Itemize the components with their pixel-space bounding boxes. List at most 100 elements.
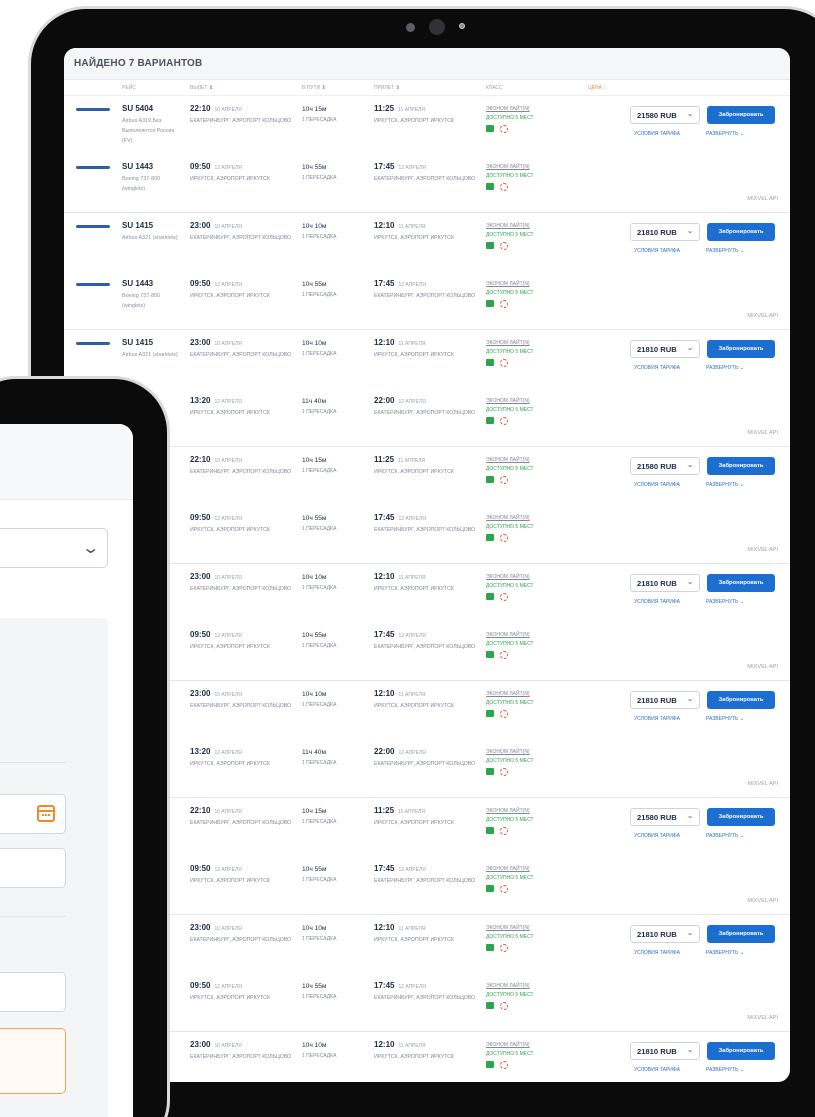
aircraft-type: Airbus A321 (sharklets) <box>122 352 178 358</box>
price-select[interactable]: 21810 RUB ⌄ <box>630 691 700 709</box>
price-select[interactable]: 21810 RUB ⌄ <box>630 574 700 592</box>
expand-link[interactable]: РАЗВЕРНУТЬ ⌄ <box>706 833 744 839</box>
column-flight[interactable]: РЕЙС <box>122 85 136 91</box>
baggage-icon <box>500 242 508 250</box>
book-button[interactable]: Забронировать <box>707 340 775 358</box>
departure-time-value: 23:00 <box>190 338 211 347</box>
fare-class-link[interactable]: ЭКОНОМ ЛАЙТ(N) <box>486 808 530 814</box>
arrival-date: 12 АПРЕЛЯ <box>398 282 426 288</box>
expand-link[interactable]: РАЗВЕРНУТЬ ⌄ <box>706 482 744 488</box>
tariff-conditions-link[interactable]: УСЛОВИЯ ТАРИФА <box>634 599 680 605</box>
arrival-airport: ЕКАТЕРИНБУРГ, АЭРОПОРТ КОЛЬЦОВО <box>374 878 476 884</box>
column-departure[interactable]: ВЫЛЕТ ⇕ <box>190 85 213 91</box>
flight-duration: 10ч 10м <box>302 1042 327 1049</box>
expand-link[interactable]: РАЗВЕРНУТЬ ⌄ <box>706 365 744 371</box>
chevron-down-icon: ⌄ <box>739 248 745 254</box>
flight-duration: 10ч 10м <box>302 574 327 581</box>
fare-class-link[interactable]: ЭКОНОМ ЛАЙТ(N) <box>486 398 530 404</box>
fare-class-link[interactable]: ЭКОНОМ ЛАЙТ(N) <box>486 457 530 463</box>
date-field[interactable] <box>0 794 66 834</box>
book-button[interactable]: Забронировать <box>707 457 775 475</box>
passengers-field[interactable] <box>0 972 66 1012</box>
arrival-time-value: 12:10 <box>374 1040 395 1049</box>
expand-link[interactable]: РАЗВЕРНУТЬ ⌄ <box>706 131 744 137</box>
fare-class-link[interactable]: ЭКОНОМ ЛАЙТ(N) <box>486 223 530 229</box>
fare-class-link[interactable]: ЭКОНОМ ЛАЙТ(N) <box>486 866 530 872</box>
divider <box>0 916 66 917</box>
book-button[interactable]: Забронировать <box>707 691 775 709</box>
trip-type-select[interactable]: ⌄ <box>0 528 108 568</box>
expand-link[interactable]: РАЗВЕРНУТЬ ⌄ <box>706 1067 744 1073</box>
baggage-icon <box>500 534 508 542</box>
departure-date: 12 АПРЕЛЯ <box>214 633 242 639</box>
expand-link[interactable]: РАЗВЕРНУТЬ ⌄ <box>706 716 744 722</box>
arrival-time: 12:10 11 АПРЕЛЯ <box>374 1040 425 1049</box>
book-button[interactable]: Забронировать <box>707 925 775 943</box>
fare-class-link[interactable]: ЭКОНОМ ЛАЙТ(N) <box>486 1042 530 1048</box>
book-button[interactable]: Забронировать <box>707 808 775 826</box>
chevron-down-icon: ⌄ <box>687 345 693 352</box>
price-select[interactable]: 21810 RUB ⌄ <box>630 223 700 241</box>
tariff-conditions-link[interactable]: УСЛОВИЯ ТАРИФА <box>634 365 680 371</box>
chevron-down-icon: ⌄ <box>739 716 745 722</box>
departure-airport: ИРКУТСК, АЭРОПОРТ ИРКУТСК <box>190 293 270 299</box>
tariff-conditions-link[interactable]: УСЛОВИЯ ТАРИФА <box>634 833 680 839</box>
fare-class-link[interactable]: ЭКОНОМ ЛАЙТ(N) <box>486 632 530 638</box>
price-select[interactable]: 21810 RUB ⌄ <box>630 925 700 943</box>
chevron-down-icon: ⌄ <box>687 1047 693 1054</box>
seats-available: ДОСТУПНО 5 МЕСТ <box>486 232 534 238</box>
baggage-icon <box>500 885 508 893</box>
seats-available: ДОСТУПНО 5 МЕСТ <box>486 173 534 179</box>
fare-class-link[interactable]: ЭКОНОМ ЛАЙТ(N) <box>486 983 530 989</box>
book-button[interactable]: Забронировать <box>707 1042 775 1060</box>
tariff-conditions-link[interactable]: УСЛОВИЯ ТАРИФА <box>634 482 680 488</box>
book-button[interactable]: Забронировать <box>707 574 775 592</box>
tariff-conditions-link[interactable]: УСЛОВИЯ ТАРИФА <box>634 248 680 254</box>
price-select[interactable]: 21810 RUB ⌄ <box>630 340 700 358</box>
departure-time: 23:00 10 АПРЕЛЯ <box>190 689 242 698</box>
price-select[interactable]: 21580 RUB ⌄ <box>630 106 700 124</box>
flight-duration: 10ч 55м <box>302 515 327 522</box>
fare-class-link[interactable]: ЭКОНОМ ЛАЙТ(N) <box>486 749 530 755</box>
return-date-field[interactable] <box>0 848 66 888</box>
calendar-icon[interactable] <box>37 805 55 822</box>
stops-count: 1 ПЕРЕСАДКА <box>302 117 337 123</box>
arrival-time-value: 12:10 <box>374 572 395 581</box>
price-select[interactable]: 21580 RUB ⌄ <box>630 457 700 475</box>
fare-class-link[interactable]: ЭКОНОМ ЛАЙТ(N) <box>486 691 530 697</box>
tariff-conditions-link[interactable]: УСЛОВИЯ ТАРИФА <box>634 716 680 722</box>
chevron-down-icon: ⌄ <box>687 696 693 703</box>
expand-link[interactable]: РАЗВЕРНУТЬ ⌄ <box>706 599 744 605</box>
fare-class-link[interactable]: ЭКОНОМ ЛАЙТ(N) <box>486 340 530 346</box>
column-in-transit[interactable]: В ПУТИ ⇕ <box>302 85 326 91</box>
book-button[interactable]: Забронировать <box>707 223 775 241</box>
column-class[interactable]: КЛАСС <box>486 85 503 91</box>
fare-class-link[interactable]: ЭКОНОМ ЛАЙТ(N) <box>486 106 530 112</box>
meal-icon <box>486 944 494 951</box>
tariff-conditions-link[interactable]: УСЛОВИЯ ТАРИФА <box>634 1067 680 1073</box>
active-input-field[interactable] <box>0 1028 66 1094</box>
arrival-time: 12:10 11 АПРЕЛЯ <box>374 338 425 347</box>
departure-time: 09:50 12 АПРЕЛЯ <box>190 630 242 639</box>
book-button[interactable]: Забронировать <box>707 106 775 124</box>
fare-class-link[interactable]: ЭКОНОМ ЛАЙТ(N) <box>486 574 530 580</box>
flight-segment: 23:00 10 АПРЕЛЯ ЕКАТЕРИНБУРГ, АЭРОПОРТ КО… <box>64 1032 790 1082</box>
flight-segment: SU 5404 Airbus A319 Без Выполняется Росс… <box>64 96 790 154</box>
departure-airport: ИРКУТСК, АЭРОПОРТ ИРКУТСК <box>190 644 270 650</box>
expand-link[interactable]: РАЗВЕРНУТЬ ⌄ <box>706 950 744 956</box>
offers-list: SU 5404 Airbus A319 Без Выполняется Росс… <box>64 96 790 1082</box>
column-arrival[interactable]: ПРИЛЕТ ⇕ <box>374 85 400 91</box>
fare-class-link[interactable]: ЭКОНОМ ЛАЙТ(N) <box>486 164 530 170</box>
arrival-time: 17:45 12 АПРЕЛЯ <box>374 630 426 639</box>
fare-class-link[interactable]: ЭКОНОМ ЛАЙТ(N) <box>486 925 530 931</box>
chevron-down-icon: ⌄ <box>739 1067 745 1073</box>
departure-time-value: 09:50 <box>190 864 211 873</box>
fare-class-link[interactable]: ЭКОНОМ ЛАЙТ(N) <box>486 281 530 287</box>
price-select[interactable]: 21810 RUB ⌄ <box>630 1042 700 1060</box>
price-select[interactable]: 21580 RUB ⌄ <box>630 808 700 826</box>
fare-class-link[interactable]: ЭКОНОМ ЛАЙТ(N) <box>486 515 530 521</box>
expand-link[interactable]: РАЗВЕРНУТЬ ⌄ <box>706 248 744 254</box>
column-price[interactable]: ЦЕНА ↑ <box>588 85 606 91</box>
tariff-conditions-link[interactable]: УСЛОВИЯ ТАРИФА <box>634 950 680 956</box>
tariff-conditions-link[interactable]: УСЛОВИЯ ТАРИФА <box>634 131 680 137</box>
